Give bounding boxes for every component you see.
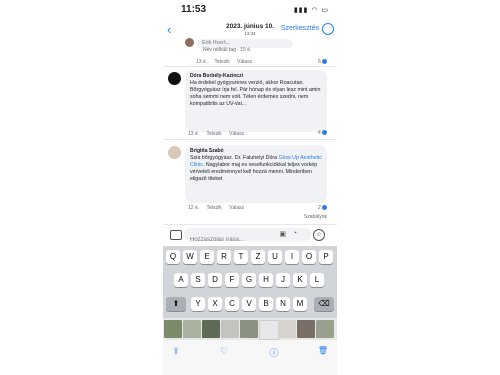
key[interactable]: Q (166, 250, 180, 264)
key[interactable]: K (293, 273, 307, 287)
info-icon[interactable]: ⓘ (267, 346, 281, 359)
commenter-name[interactable]: Dóra Borbély-Kazinczi (190, 73, 322, 79)
avatar[interactable] (168, 72, 181, 85)
key[interactable]: Y (191, 297, 205, 311)
divider (163, 66, 337, 67)
reaction-count-value: 2 (318, 205, 321, 211)
comment-actions: 13 é. Tetszik Válasz (196, 59, 258, 65)
comment-text-start: Szia bőrgyógyász. Dr. Faluhelyi Dóra (190, 155, 279, 161)
reaction-count-value: 6 (318, 59, 321, 65)
key[interactable]: M (293, 297, 307, 311)
avatar[interactable] (185, 38, 194, 47)
reaction-count-value: 4 (318, 130, 321, 136)
photo-thumbnail[interactable] (202, 320, 220, 338)
commenter-name[interactable]: Brigitta Szabó (190, 148, 322, 154)
comment-text: Ha érdekel gyógyszeres verzió, akkor Roa… (190, 80, 321, 107)
favorite-heart-icon[interactable]: ♡ (217, 346, 231, 357)
key[interactable]: E (200, 250, 214, 264)
key[interactable]: A (174, 273, 188, 287)
comment-text-end: . Nagylabor maj es vesefunkciókkal telje… (190, 161, 318, 182)
key[interactable]: F (225, 273, 239, 287)
phone-screen: 11:53 ▮▮▮ ◠ ▭ ‹ 2023. június 10. 13:34 S… (163, 0, 337, 375)
key[interactable]: S (191, 273, 205, 287)
rules-link[interactable]: Szabályok (304, 214, 327, 220)
reply-link[interactable]: Válasz (229, 205, 244, 211)
key[interactable]: W (183, 250, 197, 264)
photo-strip (163, 318, 337, 340)
like-link[interactable]: Tetszik (206, 205, 221, 211)
status-bar: 11:53 ▮▮▮ ◠ ▭ (163, 0, 337, 20)
comment-age: 13 é. (188, 131, 200, 137)
reaction-count[interactable]: 2 (318, 205, 328, 211)
key[interactable]: X (208, 297, 222, 311)
trash-icon[interactable]: 🗑 (316, 346, 330, 355)
keyboard: Q W E R T Z U I O P A S D F G H J K L ⬆ … (163, 246, 337, 318)
key[interactable]: H (259, 273, 273, 287)
comment-text: Szia bőrgyógyász. Dr. Faluhelyi Dóra Glo… (190, 155, 322, 183)
comment-age: 13 é. (196, 59, 208, 65)
delete-key[interactable]: ⌫ (314, 297, 334, 311)
key[interactable]: R (217, 250, 231, 264)
comment-tag: Név nélküli tag · 15 é. (203, 47, 252, 53)
avatar[interactable] (168, 146, 181, 159)
photo-thumbnail[interactable] (297, 320, 315, 338)
reply-link[interactable]: Válasz (229, 131, 244, 137)
like-reaction-icon (322, 130, 328, 136)
gif-icon[interactable]: ▣ (279, 230, 286, 238)
key[interactable]: T (234, 250, 248, 264)
status-time: 11:53 (181, 4, 207, 15)
bottom-toolbar: ⇪ ♡ ⓘ 🗑 (163, 340, 337, 375)
reaction-count[interactable]: 4 (318, 130, 328, 136)
key[interactable]: D (208, 273, 222, 287)
key[interactable]: I (285, 250, 299, 264)
comment-input-bar: ▣ ◔ ☺ (163, 224, 337, 246)
key[interactable]: B (259, 297, 273, 311)
edit-button[interactable]: Szerkesztés (281, 25, 319, 32)
key[interactable]: N (276, 297, 290, 311)
key[interactable]: C (225, 297, 239, 311)
more-options-icon[interactable]: ··· (322, 23, 334, 35)
signal-wifi-battery-icon: ▮▮▮ ◠ ▭ (293, 7, 329, 14)
key[interactable]: J (276, 273, 290, 287)
key[interactable]: V (242, 297, 256, 311)
key[interactable]: O (302, 250, 316, 264)
comment-bubble: Brigitta Szabó Szia bőrgyógyász. Dr. Fal… (185, 145, 327, 203)
share-icon[interactable]: ⇪ (169, 346, 183, 357)
camera-icon[interactable] (170, 230, 182, 240)
photo-thumbnail[interactable] (278, 320, 296, 338)
sticker-icon[interactable]: ◔ (293, 230, 297, 237)
shift-key[interactable]: ⬆ (166, 297, 186, 311)
photo-thumbnail[interactable] (240, 320, 258, 338)
comment-thread: Erik Hvert... Név nélküli tag · 15 é. 13… (163, 38, 337, 222)
comment-actions: 13 é. Tetszik Válasz (188, 131, 250, 137)
comment-input[interactable] (184, 234, 260, 246)
key[interactable]: P (319, 250, 333, 264)
divider (163, 139, 337, 140)
comment-actions: 12 é. Tetszik Válasz (188, 205, 250, 211)
photo-thumbnail[interactable] (183, 320, 201, 338)
photo-thumbnail[interactable] (164, 320, 182, 338)
comment-age: 12 é. (188, 205, 200, 211)
comment-bubble: Dóra Borbély-Kazinczi Ha érdekel gyógysz… (185, 70, 327, 132)
like-link[interactable]: Tetszik (206, 131, 221, 137)
key[interactable]: G (242, 273, 256, 287)
photo-thumbnail[interactable] (316, 320, 334, 338)
photo-thumbnail[interactable] (221, 320, 239, 338)
comment-field: ▣ ◔ (184, 228, 311, 246)
emoji-icon[interactable]: ☺ (313, 229, 325, 241)
key[interactable]: L (310, 273, 324, 287)
commenter-name[interactable]: Erik Hvert... (202, 40, 288, 46)
like-link[interactable]: Tetszik (214, 59, 229, 65)
like-reaction-icon (322, 205, 328, 211)
like-reaction-icon (322, 59, 328, 65)
reaction-count[interactable]: 6 (318, 59, 328, 65)
key[interactable]: Z (251, 250, 265, 264)
key[interactable]: U (268, 250, 282, 264)
photo-thumbnail[interactable] (259, 320, 279, 340)
reply-link[interactable]: Válasz (237, 59, 252, 65)
